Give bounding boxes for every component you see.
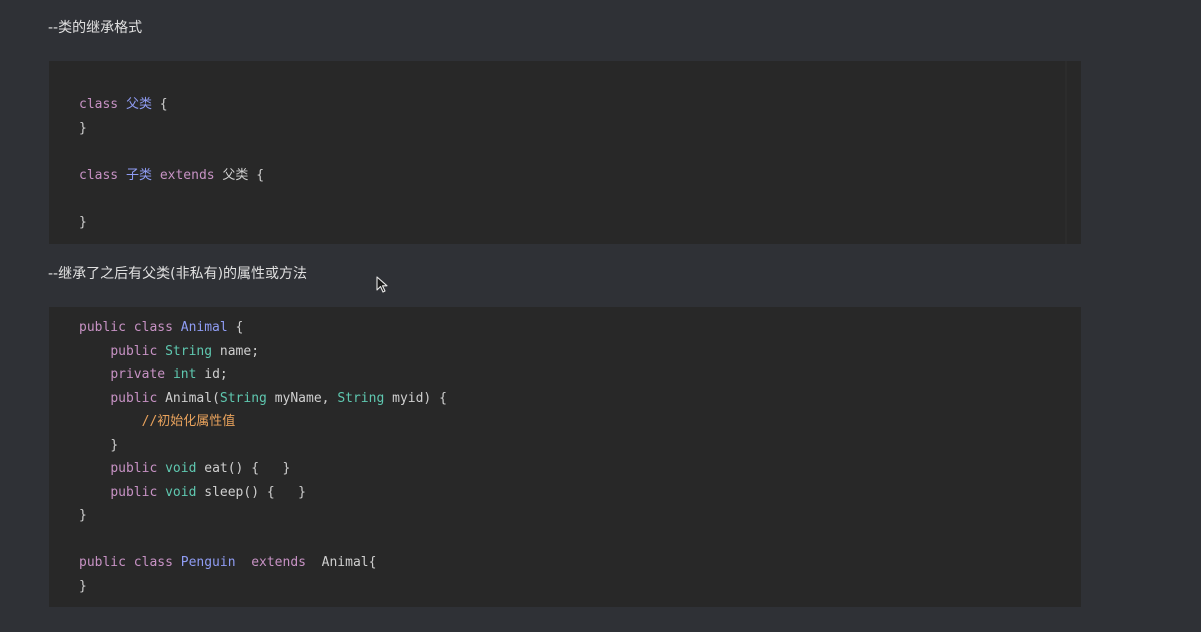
paragraph-partial-next: …	[72, 624, 86, 632]
code-keyword: extends	[251, 555, 306, 570]
code-type: int	[172, 367, 197, 382]
code-text: Animal{	[306, 555, 377, 570]
code-line: class 子类 extends 父类 {	[79, 167, 264, 185]
code-line: public void eat() { }	[79, 460, 290, 478]
code-text: eat() { }	[196, 461, 291, 476]
code-line: class 父类 {	[79, 96, 168, 114]
mouse-pointer-icon	[376, 276, 388, 293]
code-line: public void sleep() { }	[79, 484, 306, 502]
code-keyword: public class	[79, 320, 173, 335]
code-keyword: public class	[79, 555, 173, 570]
code-text: 父类 {	[214, 168, 265, 183]
code-line: public class Penguin extends Animal{	[79, 554, 376, 572]
code-type: String	[219, 391, 267, 406]
code-text: }	[79, 579, 87, 594]
code-block-edge	[1065, 61, 1067, 244]
code-type: void	[165, 485, 197, 500]
code-type: void	[165, 461, 197, 476]
code-text: myid) {	[384, 391, 447, 406]
code-keyword: public	[110, 485, 158, 500]
code-keyword: public	[110, 461, 158, 476]
code-text: Animal(	[157, 391, 220, 406]
code-text: {	[151, 97, 168, 112]
code-line: }	[79, 578, 87, 596]
code-keyword: class	[79, 168, 119, 183]
code-text: }	[110, 438, 119, 453]
code-text: {	[227, 320, 244, 335]
code-line: public Animal(String myName, String myid…	[79, 390, 447, 408]
code-text: myName,	[266, 391, 338, 406]
code-text: }	[79, 121, 87, 136]
code-text: }	[79, 508, 87, 523]
code-line: }	[79, 437, 118, 455]
code-line: public String name;	[79, 343, 259, 361]
code-class-name: 子类	[125, 168, 152, 183]
code-class-name: Penguin	[180, 555, 236, 570]
code-line: //初始化属性值	[79, 413, 236, 431]
code-keyword: private	[110, 367, 166, 382]
code-class-name: Animal	[180, 320, 228, 335]
code-text: }	[79, 215, 87, 230]
code-line: }	[79, 507, 87, 525]
code-block-animal-example: public class Animal { public String name…	[49, 307, 1081, 607]
code-block-inherit-syntax: class 父类 { } class 子类 extends 父类 { }	[49, 61, 1081, 244]
code-line: }	[79, 120, 87, 138]
code-type: String	[337, 391, 385, 406]
code-text: id;	[196, 367, 228, 382]
code-line: private int id;	[79, 366, 228, 384]
code-type: String	[165, 344, 213, 359]
code-line: }	[79, 214, 87, 232]
code-keyword: public	[110, 344, 158, 359]
code-text: name;	[212, 344, 260, 359]
code-line: public class Animal {	[79, 319, 243, 337]
code-comment: //初始化属性值	[141, 414, 236, 429]
code-class-name: 父类	[125, 97, 152, 112]
paragraph-inherit-after: --继承了之后有父类(非私有)的属性或方法	[48, 266, 308, 282]
code-keyword: public	[110, 391, 158, 406]
code-keyword: extends	[159, 168, 215, 183]
paragraph-inherit-format: --类的继承格式	[48, 20, 143, 36]
code-text: sleep() { }	[196, 485, 306, 500]
code-keyword: class	[79, 97, 119, 112]
